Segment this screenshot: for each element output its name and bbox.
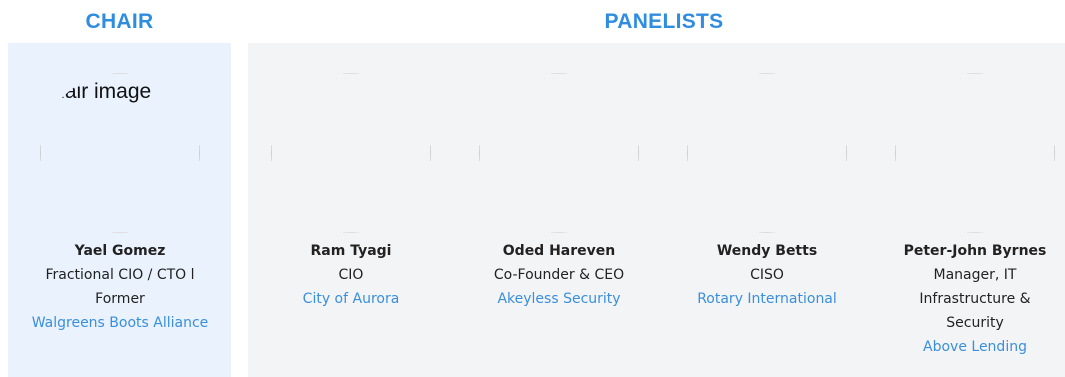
- panelist-name: Ram Tyagi: [310, 243, 392, 259]
- chair-organization[interactable]: Walgreens Boots Alliance: [30, 311, 210, 335]
- panelist-name: Oded Hareven: [502, 243, 616, 259]
- chair-name: Yael Gomez: [74, 243, 166, 259]
- panelist-organization[interactable]: Above Lending: [889, 335, 1061, 359]
- chair-panel: Chair image Yael Gomez Fractional CIO / …: [8, 43, 231, 377]
- panelist-photo: [271, 73, 431, 233]
- panelist-title: Co-Founder & CEO: [493, 267, 625, 283]
- panelist-card: Oded Hareven Co-Founder & CEO Akeyless S…: [479, 43, 639, 377]
- panelist-name: Peter-John Byrnes: [903, 243, 1047, 259]
- chair-title: Fractional CIO / CTO l Former: [45, 267, 195, 307]
- panelist-info: Peter-John Byrnes Manager, IT Infrastruc…: [889, 239, 1061, 359]
- panelists-panel: Ram Tyagi CIO City of Aurora Oded Hareve…: [248, 43, 1065, 377]
- panelist-card: Ram Tyagi CIO City of Aurora: [271, 43, 431, 377]
- panelist-card: Peter-John Byrnes Manager, IT Infrastruc…: [895, 43, 1055, 377]
- panelist-name: Wendy Betts: [716, 243, 818, 259]
- panelist-organization[interactable]: Rotary International: [677, 287, 857, 311]
- panelist-info: Ram Tyagi CIO City of Aurora: [261, 239, 441, 311]
- panelist-card: Wendy Betts CISO Rotary International: [687, 43, 847, 377]
- panelist-photo: [479, 73, 639, 233]
- chair-image-alt-text: Chair image: [40, 80, 152, 103]
- panelists-heading: PANELISTS: [604, 10, 724, 33]
- panelist-title: CIO: [338, 267, 364, 283]
- chair-heading: CHAIR: [85, 10, 154, 33]
- panelist-photo: [895, 73, 1055, 233]
- panelist-title: Manager, IT Infrastructure & Security: [919, 267, 1031, 331]
- panelist-title: CISO: [750, 267, 784, 283]
- chair-photo: Chair image: [40, 73, 200, 233]
- panelist-organization[interactable]: Akeyless Security: [469, 287, 649, 311]
- chair-info: Yael Gomez Fractional CIO / CTO l Former…: [30, 239, 210, 335]
- chair-card: Chair image Yael Gomez Fractional CIO / …: [32, 43, 208, 377]
- panelist-info: Oded Hareven Co-Founder & CEO Akeyless S…: [469, 239, 649, 311]
- panelist-organization[interactable]: City of Aurora: [261, 287, 441, 311]
- panelist-info: Wendy Betts CISO Rotary International: [677, 239, 857, 311]
- panelist-photo: [687, 73, 847, 233]
